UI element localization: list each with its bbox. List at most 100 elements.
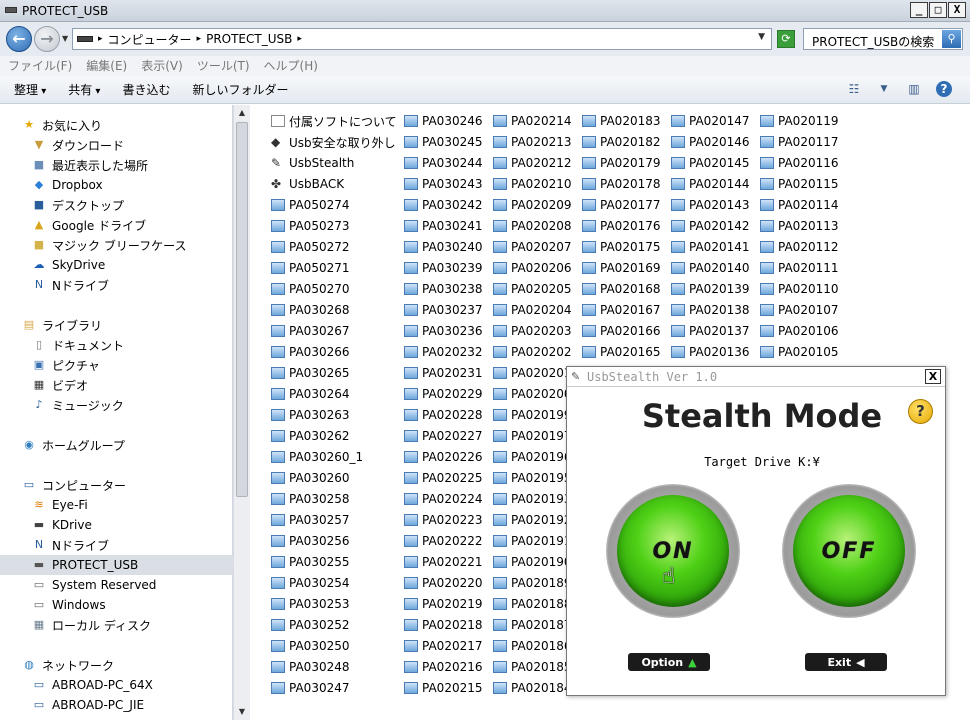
file-item[interactable]: PA030237 — [404, 300, 483, 320]
file-item[interactable]: PA020187 — [493, 615, 572, 635]
sidebar-item[interactable]: ▦ ビデオ — [0, 375, 233, 395]
file-item[interactable]: PA020212 — [493, 153, 572, 173]
file-item[interactable]: PA020232 — [404, 342, 483, 362]
breadcrumb-separator-icon[interactable]: ▸ — [98, 34, 103, 44]
sidebar-item[interactable]: ▭ ABROAD-PC_64X — [0, 675, 233, 695]
file-item[interactable]: PA020115 — [760, 174, 839, 194]
file-item[interactable]: PA030260_1 — [271, 447, 363, 467]
file-item[interactable]: PA020220 — [404, 573, 483, 593]
file-item[interactable]: PA030239 — [404, 258, 483, 278]
file-item[interactable]: PA020184 — [493, 678, 572, 698]
file-item[interactable]: PA020227 — [404, 426, 483, 446]
file-item[interactable]: PA030248 — [271, 657, 350, 677]
file-item[interactable]: PA020205 — [493, 279, 572, 299]
file-item[interactable]: PA050273 — [271, 216, 350, 236]
file-item[interactable]: PA020116 — [760, 153, 839, 173]
file-item[interactable]: PA020107 — [760, 300, 839, 320]
file-item[interactable]: PA020176 — [582, 216, 661, 236]
breadcrumb-computer[interactable]: コンピューター — [108, 31, 192, 48]
file-item[interactable]: PA030265 — [271, 363, 350, 383]
file-item[interactable]: PA020145 — [671, 153, 750, 173]
file-item[interactable]: PA020186 — [493, 636, 572, 656]
breadcrumb-separator-icon[interactable]: ▸ — [297, 34, 302, 44]
file-item[interactable]: PA050272 — [271, 237, 350, 257]
file-item[interactable]: PA020169 — [582, 258, 661, 278]
sidebar-item[interactable]: ▲ Google ドライブ — [0, 215, 233, 235]
sidebar-item[interactable]: ▦ ローカル ディスク — [0, 615, 233, 635]
file-item[interactable]: PA020168 — [582, 279, 661, 299]
file-item[interactable]: PA030260 — [271, 468, 350, 488]
file-item[interactable]: PA020210 — [493, 174, 572, 194]
file-item[interactable]: PA030264 — [271, 384, 350, 404]
file-item[interactable]: PA020206 — [493, 258, 572, 278]
file-item[interactable]: PA020166 — [582, 321, 661, 341]
file-item[interactable]: PA050271 — [271, 258, 350, 278]
menu-file[interactable]: ファイル(F) — [8, 56, 72, 76]
stealth-on-button[interactable]: ON — [606, 484, 740, 618]
file-item[interactable]: PA020185 — [493, 657, 572, 677]
file-item[interactable]: PA020218 — [404, 615, 483, 635]
file-item[interactable]: PA030245 — [404, 132, 483, 152]
sidebar-item[interactable]: ◉ ホームグループ — [0, 435, 233, 455]
file-item[interactable]: PA020221 — [404, 552, 483, 572]
file-item[interactable]: PA030241 — [404, 216, 483, 236]
file-item[interactable]: PA020215 — [404, 678, 483, 698]
help-icon[interactable]: ? — [936, 81, 952, 97]
recent-pages-dropdown-icon[interactable]: ▼ — [62, 34, 68, 43]
file-item[interactable]: PA030246 — [404, 111, 483, 131]
share-button[interactable]: 共有 — [68, 81, 100, 98]
file-item[interactable]: PA020139 — [671, 279, 750, 299]
file-item[interactable]: PA020209 — [493, 195, 572, 215]
breadcrumb-separator-icon[interactable]: ▸ — [197, 34, 202, 44]
sidebar-item[interactable]: ▬ PROTECT_USB — [0, 555, 233, 575]
sidebar-item[interactable]: ☁ SkyDrive — [0, 255, 233, 275]
file-item[interactable]: PA020229 — [404, 384, 483, 404]
search-icon[interactable]: ⚲ — [942, 30, 961, 48]
sidebar-item[interactable]: N Nドライブ — [0, 275, 233, 295]
maximize-button[interactable]: □ — [929, 2, 947, 18]
file-item[interactable]: PA030238 — [404, 279, 483, 299]
file-item[interactable]: PA020201 — [493, 363, 572, 383]
burn-button[interactable]: 書き込む — [122, 81, 170, 98]
file-item[interactable]: PA020223 — [404, 510, 483, 530]
file-item[interactable]: PA020226 — [404, 447, 483, 467]
file-item[interactable]: PA050274 — [271, 195, 350, 215]
file-item[interactable]: PA020136 — [671, 342, 750, 362]
file-item[interactable]: PA030262 — [271, 426, 350, 446]
file-item[interactable]: PA020144 — [671, 174, 750, 194]
sidebar-item[interactable]: N Nドライブ — [0, 535, 233, 555]
navigation-scrollbar[interactable]: ▲ ▼ — [233, 105, 250, 720]
file-item[interactable]: PA020214 — [493, 111, 572, 131]
file-item[interactable]: ◆ Usb安全な取り外し — [271, 132, 396, 152]
file-item[interactable]: PA020114 — [760, 195, 839, 215]
sidebar-item[interactable]: ■ マジック ブリーフケース — [0, 235, 233, 255]
file-item[interactable]: PA020224 — [404, 489, 483, 509]
file-item[interactable]: PA020190 — [493, 552, 572, 572]
dialog-close-button[interactable]: X — [925, 369, 941, 384]
sidebar-item[interactable]: ▭ コンピューター — [0, 475, 233, 495]
file-item[interactable]: PA020119 — [760, 111, 839, 131]
file-item[interactable]: PA030255 — [271, 552, 350, 572]
file-item[interactable]: PA020167 — [582, 300, 661, 320]
file-item[interactable]: PA020141 — [671, 237, 750, 257]
file-item[interactable]: PA020143 — [671, 195, 750, 215]
file-item[interactable]: PA030267 — [271, 321, 350, 341]
menu-tools[interactable]: ツール(T) — [197, 56, 250, 76]
file-item[interactable]: PA030252 — [271, 615, 350, 635]
stealth-off-button[interactable]: OFF — [782, 484, 916, 618]
file-item[interactable]: PA030244 — [404, 153, 483, 173]
file-item[interactable]: PA030240 — [404, 237, 483, 257]
file-item[interactable]: PA020191 — [493, 531, 572, 551]
file-item[interactable]: PA030242 — [404, 195, 483, 215]
file-item[interactable]: PA020207 — [493, 237, 572, 257]
breadcrumb-protect-usb[interactable]: PROTECT_USB — [206, 32, 292, 46]
file-item[interactable]: PA020219 — [404, 594, 483, 614]
file-item[interactable]: PA030253 — [271, 594, 350, 614]
sidebar-item[interactable]: ▭ Windows — [0, 595, 233, 615]
file-item[interactable]: PA020208 — [493, 216, 572, 236]
preview-pane-icon[interactable]: ▥ — [906, 81, 922, 97]
file-item[interactable]: PA030266 — [271, 342, 350, 362]
file-item[interactable]: PA020228 — [404, 405, 483, 425]
file-item[interactable]: PA020193 — [493, 489, 572, 509]
file-item[interactable]: PA020182 — [582, 132, 661, 152]
